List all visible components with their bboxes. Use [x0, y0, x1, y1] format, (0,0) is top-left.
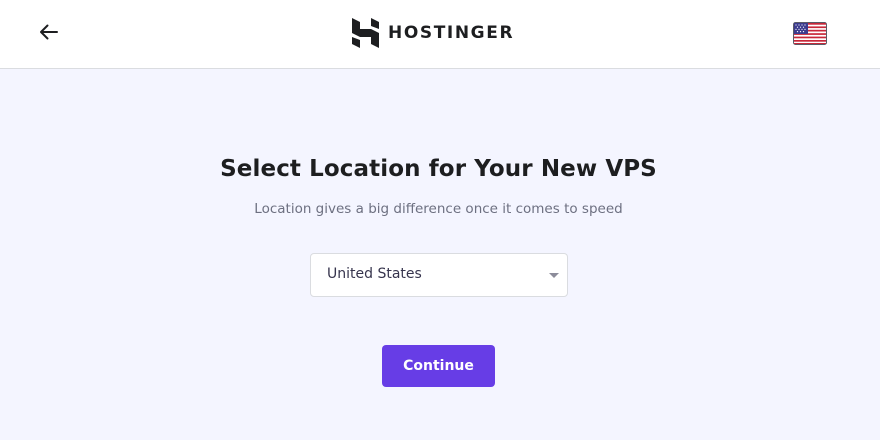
location-select-value: United States	[327, 266, 422, 282]
location-select[interactable]: United States	[310, 253, 568, 297]
top-bar: HOSTINGER	[0, 0, 880, 69]
brand-wordmark: HOSTINGER	[388, 23, 515, 43]
us-flag-icon	[793, 22, 827, 45]
page-title: Select Location for Your New VPS	[220, 156, 657, 182]
caret-down-icon	[549, 273, 559, 278]
back-button[interactable]	[32, 16, 66, 48]
arrow-left-icon	[40, 24, 58, 40]
page-subtitle: Location gives a big difference once it …	[254, 201, 623, 217]
main-content: Select Location for Your New VPS Locatio…	[0, 70, 880, 440]
hostinger-logo[interactable]: HOSTINGER	[352, 17, 514, 49]
language-selector[interactable]	[793, 22, 827, 45]
hostinger-logo-icon	[352, 18, 379, 48]
continue-button[interactable]: Continue	[382, 345, 495, 387]
